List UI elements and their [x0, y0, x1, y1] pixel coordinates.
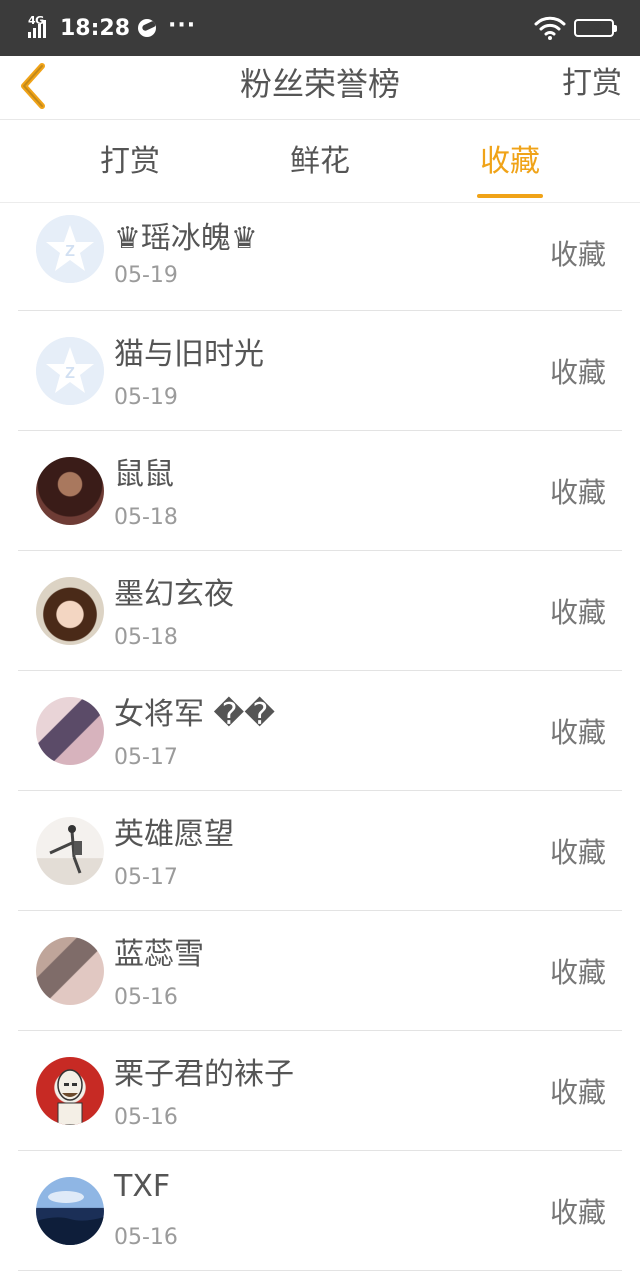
- nav-bar: 粉丝荣誉榜 打赏: [0, 56, 640, 120]
- status-bar: 4G 18:28 ··· 74: [0, 0, 640, 56]
- favorite-label: 收藏: [549, 238, 606, 271]
- list-item[interactable]: 栗子君的袜子 05-16 收藏: [18, 1031, 622, 1151]
- battery-icon: 74: [574, 19, 617, 37]
- avatar: [36, 577, 104, 645]
- favorite-label: 收藏: [549, 476, 606, 509]
- list-item[interactable]: Z 猫与旧时光 05-19 收藏: [18, 311, 622, 431]
- user-name: 栗子君的袜子: [114, 1057, 294, 1092]
- favorite-label: 收藏: [549, 836, 606, 869]
- date: 05-16: [114, 985, 178, 1010]
- user-name: 蓝蕊雪: [114, 937, 204, 972]
- user-name: 墨幻玄夜: [114, 577, 234, 612]
- favorite-label: 收藏: [549, 596, 606, 629]
- tab-reward[interactable]: 打赏: [80, 121, 180, 203]
- default-avatar-icon: Z: [36, 337, 104, 405]
- tab-bar: 打赏 鲜花 收藏: [0, 121, 640, 203]
- user-name: TXF: [114, 1169, 171, 1204]
- avatar: [36, 937, 104, 1005]
- wifi-icon: [534, 16, 566, 40]
- avatar: [36, 457, 104, 525]
- user-name: 猫与旧时光: [114, 337, 264, 372]
- page-title: 粉丝荣誉榜: [239, 65, 400, 103]
- list-item[interactable]: 女将军 �� 05-17 收藏: [18, 671, 622, 791]
- active-tab-indicator: [477, 194, 543, 198]
- date: 05-16: [114, 1225, 178, 1250]
- favorite-label: 收藏: [549, 1076, 606, 1109]
- favorite-label: 收藏: [549, 956, 606, 989]
- tab-label: 打赏: [100, 144, 160, 179]
- status-left: 4G 18:28 ···: [28, 12, 196, 44]
- tab-label: 收藏: [480, 144, 540, 179]
- svg-text:Z: Z: [65, 365, 75, 382]
- avatar: [36, 817, 104, 885]
- cellular-signal-icon: 4G: [28, 14, 54, 42]
- tab-flowers[interactable]: 鲜花: [270, 121, 370, 203]
- list-item[interactable]: 墨幻玄夜 05-18 收藏: [18, 551, 622, 671]
- user-name: 英雄愿望: [114, 817, 234, 852]
- fan-list: Z ♛瑶冰魄♛ 05-19 收藏 Z 猫与旧时光 05-19 收藏 鼠鼠 05-…: [0, 203, 640, 1271]
- reward-button[interactable]: 打赏: [562, 56, 622, 120]
- list-item[interactable]: 蓝蕊雪 05-16 收藏: [18, 911, 622, 1031]
- user-name: 女将军 ��: [114, 697, 276, 732]
- avatar: [36, 697, 104, 765]
- battery-percent: 74: [585, 20, 603, 34]
- avatar: [36, 1057, 104, 1125]
- date: 05-17: [114, 745, 178, 770]
- clock: 18:28: [60, 15, 131, 41]
- date: 05-18: [114, 505, 178, 530]
- list-item[interactable]: 鼠鼠 05-18 收藏: [18, 431, 622, 551]
- more-notifications-icon: ···: [168, 12, 197, 38]
- favorite-label: 收藏: [549, 356, 606, 389]
- list-item[interactable]: Z ♛瑶冰魄♛ 05-19 收藏: [18, 203, 622, 311]
- avatar: [36, 1177, 104, 1245]
- tab-favorites[interactable]: 收藏: [460, 121, 560, 203]
- date: 05-17: [114, 865, 178, 890]
- date: 05-16: [114, 1105, 178, 1130]
- favorite-label: 收藏: [549, 1196, 606, 1229]
- status-right: 74: [534, 14, 617, 42]
- svg-text:Z: Z: [65, 243, 75, 260]
- user-name: ♛瑶冰魄♛: [114, 221, 258, 256]
- favorite-label: 收藏: [549, 716, 606, 749]
- tab-label: 鲜花: [290, 144, 350, 179]
- list-item[interactable]: TXF 05-16 收藏: [18, 1151, 622, 1271]
- do-not-disturb-icon: [138, 19, 157, 37]
- list-item[interactable]: 英雄愿望 05-17 收藏: [18, 791, 622, 911]
- network-type: 4G: [28, 14, 44, 27]
- date: 05-19: [114, 263, 178, 288]
- default-avatar-icon: Z: [36, 215, 104, 283]
- date: 05-19: [114, 385, 178, 410]
- user-name: 鼠鼠: [114, 457, 174, 492]
- date: 05-18: [114, 625, 178, 650]
